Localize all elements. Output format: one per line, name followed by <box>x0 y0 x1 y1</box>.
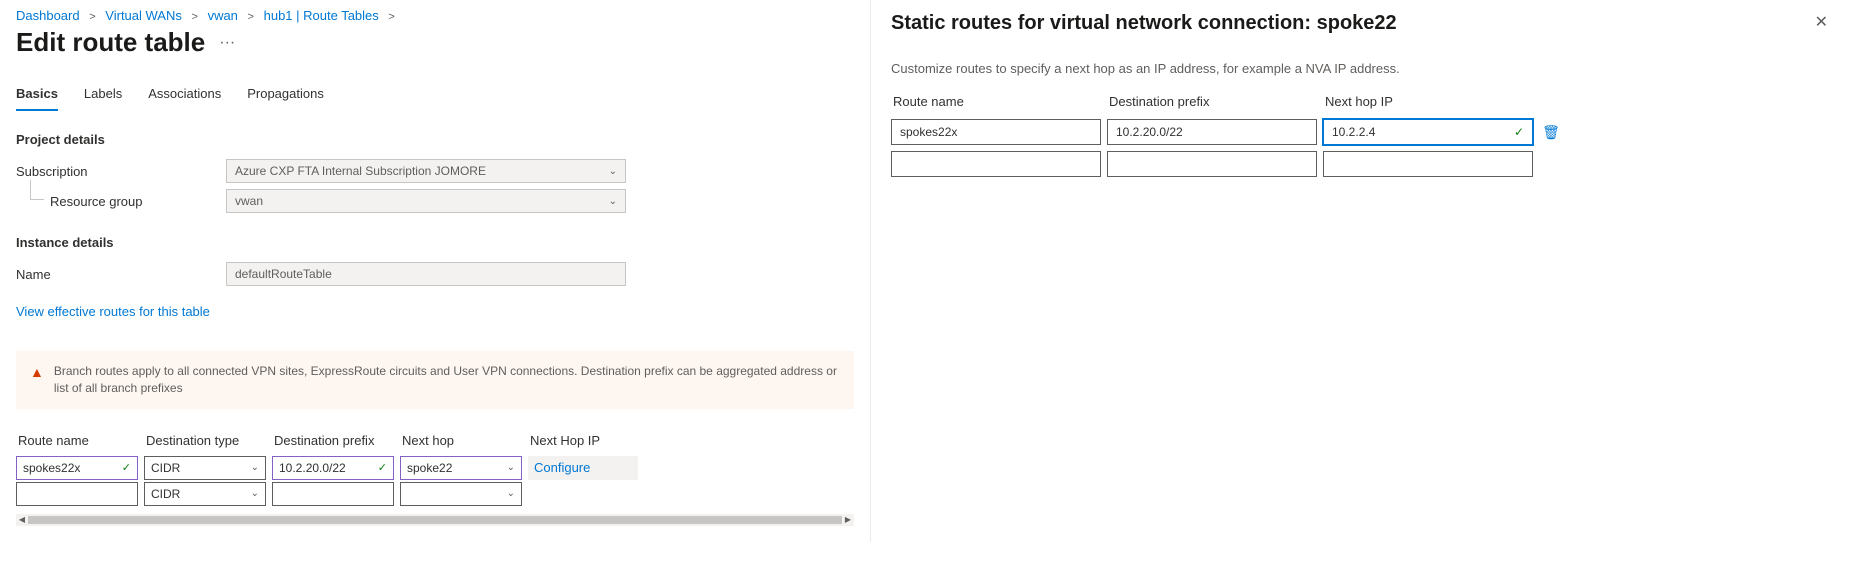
subscription-value: Azure CXP FTA Internal Subscription JOMO… <box>235 164 486 178</box>
col-destination-prefix: Destination prefix <box>1107 90 1317 113</box>
col-next-hop-ip: Next hop IP <box>1323 90 1533 113</box>
tab-labels[interactable]: Labels <box>84 86 122 111</box>
destination-prefix-input[interactable]: 10.2.20.0/22 ✓ <box>272 456 394 480</box>
chevron-right-icon: > <box>388 11 394 23</box>
panel-title: Static routes for virtual network connec… <box>891 12 1397 35</box>
chevron-down-icon: ⌄ <box>251 462 259 473</box>
col-next-hop-ip: Next Hop IP <box>528 427 638 454</box>
col-route-name: Route name <box>16 427 138 454</box>
scroll-left-icon[interactable]: ◀ <box>16 514 28 526</box>
destination-prefix-input[interactable] <box>1107 151 1317 177</box>
trash-icon: 🗑 <box>1542 124 1560 140</box>
routes-table: Route name Destination type Destination … <box>16 427 854 506</box>
configure-link <box>528 482 638 506</box>
section-instance-details: Instance details <box>16 235 854 250</box>
horizontal-scrollbar[interactable]: ◀ ▶ <box>16 514 854 526</box>
close-icon[interactable]: ✕ <box>1811 8 1832 36</box>
route-name-input[interactable]: spokes22x <box>891 119 1101 145</box>
next-hop-select[interactable]: spoke22 ⌄ <box>400 456 522 480</box>
route-name-input[interactable] <box>16 482 138 506</box>
configure-link[interactable]: Configure <box>528 456 638 480</box>
breadcrumb-dashboard[interactable]: Dashboard <box>16 8 80 23</box>
more-icon[interactable]: ··· <box>215 34 239 52</box>
tab-associations[interactable]: Associations <box>148 86 221 111</box>
destination-type-select[interactable]: CIDR ⌄ <box>144 456 266 480</box>
breadcrumb: Dashboard > Virtual WANs > vwan > hub1 |… <box>16 8 854 23</box>
page-title: Edit route table <box>16 27 205 58</box>
resource-group-label: Resource group <box>16 194 226 209</box>
next-hop-ip-input[interactable]: 10.2.2.4 ✓ <box>1323 119 1533 145</box>
info-banner-text: Branch routes apply to all connected VPN… <box>54 363 840 397</box>
chevron-down-icon: ⌄ <box>609 166 617 177</box>
warning-icon: ▲ <box>30 363 44 397</box>
subscription-label: Subscription <box>16 164 226 179</box>
breadcrumb-virtual-wans[interactable]: Virtual WANs <box>105 8 182 23</box>
col-next-hop: Next hop <box>400 427 522 454</box>
chevron-right-icon: > <box>248 11 254 23</box>
chevron-right-icon: > <box>89 11 95 23</box>
chevron-down-icon: ⌄ <box>507 462 515 473</box>
panel-description: Customize routes to specify a next hop a… <box>891 61 1832 76</box>
name-value: defaultRouteTable <box>235 267 332 281</box>
scroll-right-icon[interactable]: ▶ <box>842 514 854 526</box>
check-icon: ✓ <box>122 461 131 474</box>
route-name-input[interactable]: spokes22x ✓ <box>16 456 138 480</box>
destination-type-select[interactable]: CIDR ⌄ <box>144 482 266 506</box>
name-input[interactable]: defaultRouteTable <box>226 262 626 286</box>
info-banner: ▲ Branch routes apply to all connected V… <box>16 351 854 409</box>
static-routes-table: Route name Destination prefix Next hop I… <box>891 90 1832 177</box>
breadcrumb-hub1-route-tables[interactable]: hub1 | Route Tables <box>264 8 379 23</box>
tabs: Basics Labels Associations Propagations <box>16 86 854 112</box>
route-name-input[interactable] <box>891 151 1101 177</box>
chevron-down-icon: ⌄ <box>507 488 515 499</box>
tab-propagations[interactable]: Propagations <box>247 86 324 111</box>
check-icon: ✓ <box>378 461 387 474</box>
section-project-details: Project details <box>16 132 854 147</box>
resource-group-value: vwan <box>235 194 263 208</box>
breadcrumb-vwan[interactable]: vwan <box>208 8 238 23</box>
destination-prefix-input[interactable] <box>272 482 394 506</box>
next-hop-select[interactable]: ⌄ <box>400 482 522 506</box>
subscription-select[interactable]: Azure CXP FTA Internal Subscription JOMO… <box>226 159 626 183</box>
resource-group-select[interactable]: vwan ⌄ <box>226 189 626 213</box>
chevron-down-icon: ⌄ <box>251 488 259 499</box>
col-route-name: Route name <box>891 90 1101 113</box>
next-hop-ip-input[interactable] <box>1323 151 1533 177</box>
check-icon: ✓ <box>1514 125 1524 139</box>
chevron-right-icon: > <box>192 11 198 23</box>
destination-prefix-input[interactable]: 10.2.20.0/22 <box>1107 119 1317 145</box>
col-destination-type: Destination type <box>144 427 266 454</box>
delete-row-button[interactable]: 🗑 <box>1539 124 1563 141</box>
col-destination-prefix: Destination prefix <box>272 427 394 454</box>
name-label: Name <box>16 267 226 282</box>
tree-connector-icon <box>30 180 44 200</box>
view-effective-routes-link[interactable]: View effective routes for this table <box>16 304 210 319</box>
chevron-down-icon: ⌄ <box>609 196 617 207</box>
scroll-thumb[interactable] <box>28 516 842 524</box>
tab-basics[interactable]: Basics <box>16 86 58 111</box>
